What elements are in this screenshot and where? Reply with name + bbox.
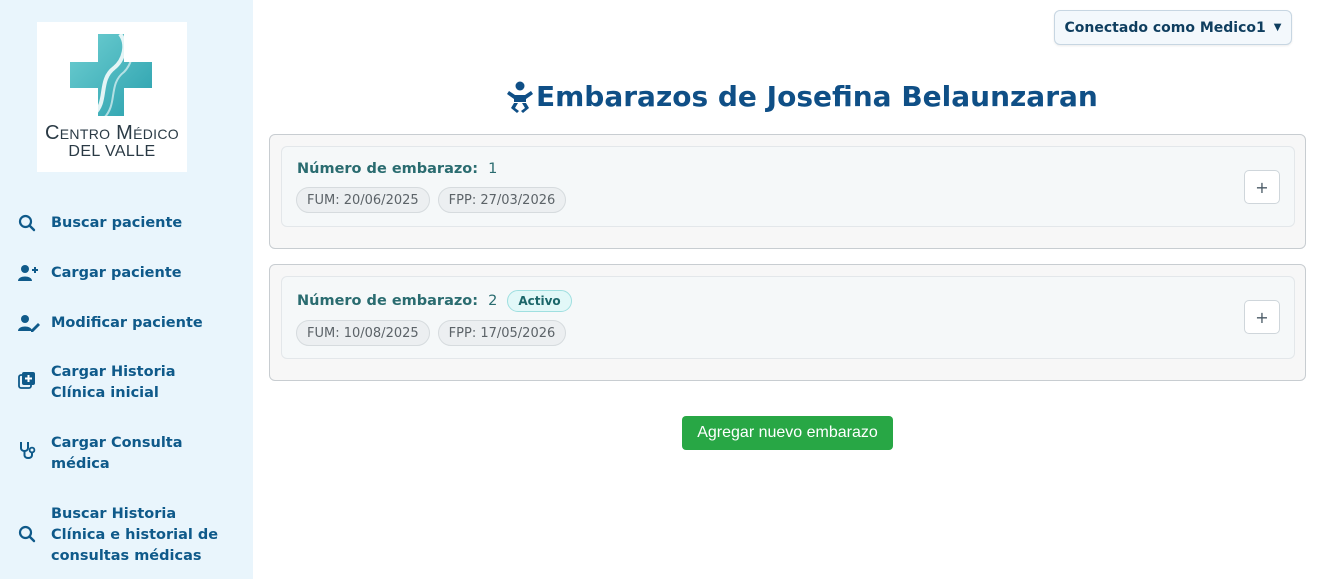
expand-button[interactable]: + bbox=[1244, 300, 1280, 334]
pregnancy-number-label: Número de embarazo: bbox=[297, 161, 479, 177]
pregnancy-card-inner: Número de embarazo: 1 FUM: 20/06/2025 FP… bbox=[281, 146, 1295, 227]
sidebar-item-label: Buscar paciente bbox=[51, 215, 183, 231]
fum-chip: FUM: 10/08/2025 bbox=[296, 320, 430, 346]
fpp-chip: FPP: 27/03/2026 bbox=[437, 187, 567, 213]
user-menu-label: Conectado como Medico1 bbox=[1064, 19, 1266, 36]
logo-text-line2: DEL VALLE bbox=[68, 143, 156, 160]
sidebar-item-buscar-historia[interactable]: Buscar Historia Clínica e historial de c… bbox=[18, 504, 243, 567]
add-pregnancy-button[interactable]: Agregar nuevo embarazo bbox=[682, 416, 893, 450]
user-edit-icon bbox=[18, 313, 40, 333]
user-plus-icon bbox=[18, 263, 40, 283]
fum-chip: FUM: 20/06/2025 bbox=[296, 187, 430, 213]
stethoscope-icon bbox=[18, 441, 40, 461]
page-title-text: Embarazos de Josefina Belaunzaran bbox=[536, 80, 1098, 113]
fpp-chip: FPP: 17/05/2026 bbox=[437, 320, 567, 346]
document-plus-icon bbox=[18, 370, 40, 390]
sidebar-item-label: Cargar paciente bbox=[51, 265, 182, 281]
search-icon bbox=[18, 213, 40, 233]
medical-cross-icon bbox=[70, 32, 152, 119]
search-icon bbox=[18, 524, 40, 544]
clinic-logo: Centro Médico DEL VALLE bbox=[37, 22, 187, 172]
status-badge: Activo bbox=[507, 290, 572, 312]
sidebar-item-label: Buscar Historia Clínica e historial de c… bbox=[51, 506, 219, 564]
user-menu-button[interactable]: Conectado como Medico1 ▼ bbox=[1054, 10, 1292, 45]
sidebar-item-cargar-historia-clinica[interactable]: Cargar Historia Clínica inicial bbox=[18, 362, 243, 404]
sidebar-item-modificar-paciente[interactable]: Modificar paciente bbox=[18, 313, 243, 334]
pregnancy-title: Número de embarazo: 1 bbox=[297, 161, 497, 177]
pregnancy-card: Número de embarazo: 2 Activo FUM: 10/08/… bbox=[269, 264, 1306, 381]
logo-text-line1: Centro Médico bbox=[45, 122, 179, 144]
page-title: Embarazos de Josefina Belaunzaran bbox=[506, 80, 1098, 113]
pregnancy-title: Número de embarazo: 2 Activo bbox=[297, 290, 572, 312]
pregnancy-card-inner: Número de embarazo: 2 Activo FUM: 10/08/… bbox=[281, 276, 1295, 359]
pregnancy-number-label: Número de embarazo: bbox=[297, 293, 479, 309]
baby-icon bbox=[506, 81, 534, 113]
sidebar-item-cargar-consulta[interactable]: Cargar Consulta médica bbox=[18, 433, 243, 475]
pregnancy-dates: FUM: 20/06/2025 FPP: 27/03/2026 bbox=[296, 187, 574, 213]
sidebar-item-label: Cargar Historia Clínica inicial bbox=[51, 364, 176, 401]
pregnancy-card: Número de embarazo: 1 FUM: 20/06/2025 FP… bbox=[269, 134, 1306, 249]
pregnancy-number: 2 bbox=[488, 293, 498, 309]
pregnancy-dates: FUM: 10/08/2025 FPP: 17/05/2026 bbox=[296, 320, 574, 346]
sidebar-item-cargar-paciente[interactable]: Cargar paciente bbox=[18, 263, 243, 284]
expand-button[interactable]: + bbox=[1244, 170, 1280, 204]
sidebar: Centro Médico DEL VALLE Buscar paciente … bbox=[0, 0, 253, 579]
chevron-down-icon: ▼ bbox=[1273, 22, 1282, 33]
sidebar-item-label: Cargar Consulta médica bbox=[51, 435, 183, 472]
pregnancy-number: 1 bbox=[488, 161, 498, 177]
sidebar-item-buscar-paciente[interactable]: Buscar paciente bbox=[18, 213, 243, 234]
sidebar-item-label: Modificar paciente bbox=[51, 315, 203, 331]
